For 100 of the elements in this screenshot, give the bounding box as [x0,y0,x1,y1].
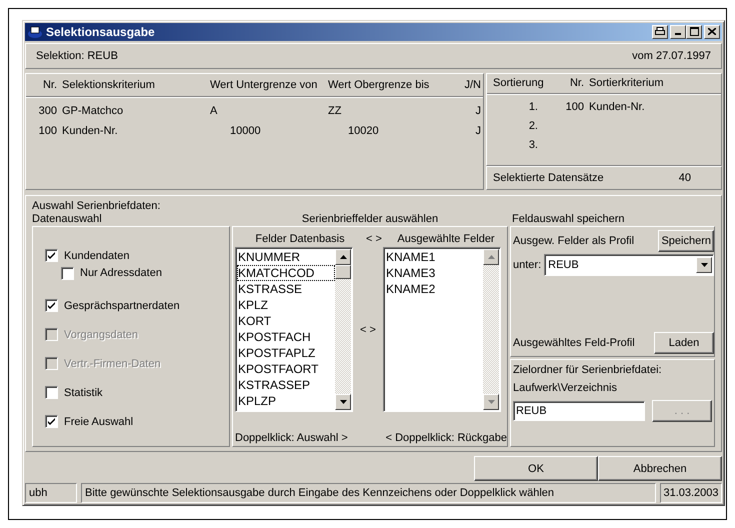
checkbox-label: Statistik [64,386,103,399]
checkbox[interactable] [45,249,58,262]
checkbox[interactable] [45,415,58,428]
status-date: 31.03.2003 [660,483,722,504]
list-item[interactable]: KNAME2 [385,281,483,298]
column-header: Sortierkriterium [589,77,665,90]
minimize-icon [675,33,681,36]
save-button[interactable]: Speichern [658,230,714,252]
list-item[interactable]: KORT [237,313,335,330]
list-item[interactable]: KNAME3 [385,265,483,282]
scroll-down-button[interactable] [696,257,712,274]
total-label: Selektierte Datensätze [493,172,604,184]
table-cell-text: 100 [38,124,58,137]
list-title: Ausgewählte Felder [396,233,496,246]
hint-text: Doppelklick: Auswahl > [235,432,348,444]
field-list[interactable]: KNAME1 KNAME3 KNAME2 [383,247,501,412]
table-cell-text: ZZ [328,104,342,117]
scroll-thumb[interactable] [335,265,351,280]
down-arrow-icon [700,263,708,268]
profile-dropdown[interactable]: REUB [544,254,714,276]
scrollbar[interactable] [335,249,351,410]
target-label: Zielordner für Serienbriefdatei: [513,364,663,376]
field-list[interactable]: KNUMMER KMATCHCOD KSTRASSE KPLZ KORT KPOSTFACH KPOSTFAPLZ KPOSTFAORT KSTRASSEP KPLZP [235,247,353,412]
checkbox[interactable] [45,386,58,400]
path-label: Laufwerk\Verzeichnis [513,382,618,394]
table-cell-text: A [210,104,218,117]
group-title: Auswahl Serienbriefdaten: [32,200,162,212]
scroll-down-button[interactable] [335,394,351,410]
table-cell-text: J [474,124,482,137]
move-arrows[interactable]: < > [360,324,376,336]
under-label: unter: [513,259,542,272]
scroll-up-button[interactable] [483,249,499,266]
dialog-button[interactable]: Abbrechen [598,456,722,482]
minimize-button[interactable] [670,24,686,39]
status-user: ubh [25,483,77,504]
status-message: Bitte gewünschte Selektionsausgabe durch Eingabe des Kennzeichens oder Doppelklick wählen [81,483,656,504]
close-icon [708,28,716,36]
list-item[interactable]: KPLZP [237,393,335,410]
list-item[interactable]: KNAME1 [385,249,483,266]
hint-text: < Doppelklick: Rückgabe [386,432,507,444]
list-item[interactable]: KSTRASSEP [237,377,335,394]
table-cell-text: 2. [528,120,539,132]
dialog-button[interactable]: OK [474,456,598,482]
selection-name: Selektion: REUB [36,50,118,62]
list-item[interactable]: KSTRASSE [237,281,335,298]
list-item[interactable]: KMATCHCOD [237,265,335,282]
move-arrows[interactable]: < > [365,233,383,246]
column-header: Nr. [42,78,58,91]
list-item[interactable]: KNUMMER [237,249,335,266]
table-cell-text: 300 [38,104,58,117]
table-cell-text: J [474,104,482,117]
up-arrow-icon [488,255,494,260]
checkmark-icon [47,251,56,260]
section-title: Feldauswahl speichern [511,213,625,226]
checkbox-label: Kundendaten [64,250,130,262]
list-item[interactable]: KPOSTFAORT [237,361,335,378]
column-header: Sortierung [493,77,543,90]
table-cell-text: Kunden-Nr. [62,124,119,137]
load-button[interactable]: Laden [654,332,714,354]
maximize-icon [690,27,698,36]
up-arrow-icon [340,255,346,260]
column-header: Selektionskriterium [62,78,156,91]
list-item[interactable]: KPOSTFACH [237,329,335,346]
path-field[interactable]: REUB [513,401,645,422]
list-item[interactable]: KPOSTFAPLZ [237,345,335,362]
load-label: Ausgewähltes Feld-Profil [513,337,635,350]
checkbox-label: Gesprächspartnerdaten [64,300,180,312]
scrollbar[interactable] [483,249,499,410]
table-cell-text: GP-Matchco [62,104,124,117]
maximize-button[interactable] [686,24,702,39]
close-button[interactable] [704,24,720,39]
profile-label: Ausgew. Felder als Profil [513,235,634,248]
list-title: Felder Datenbasis [254,233,346,246]
section-title: Datenauswahl [32,213,103,226]
checkmark-icon [47,301,56,310]
column-header: Wert Obergrenze bis [328,78,430,91]
down-arrow-icon [340,400,346,404]
checkbox-label: Vertr.-Firmen-Daten [64,358,161,370]
checkmark-icon [47,417,56,426]
selection-date: vom 27.07.1997 [632,50,711,62]
column-header: Nr. [568,77,585,90]
checkbox[interactable] [45,299,58,312]
list-item[interactable]: KPLZ [237,297,335,314]
total-value: 40 [678,172,691,184]
down-arrow-icon [488,400,494,404]
column-header: Wert Untergrenze von [210,78,318,91]
table-cell-text: Kunden-Nr. [589,101,646,114]
checkbox[interactable] [61,266,74,280]
printer-icon [655,27,665,36]
table-cell-text: 1. [528,101,539,114]
table-cell-text: 3. [528,139,539,152]
scroll-up-button[interactable] [335,249,351,266]
print-button[interactable] [652,24,668,39]
column-header: J/N [464,78,482,91]
app-icon [27,24,43,39]
window-title: Selektionsausgabe [46,24,155,39]
checkbox-label: Freie Auswahl [64,416,134,428]
scroll-down-button[interactable] [483,394,499,410]
checkbox-label: Vorgangsdaten [64,328,138,341]
section-title: Serienbrieffelder auswählen [300,213,440,226]
